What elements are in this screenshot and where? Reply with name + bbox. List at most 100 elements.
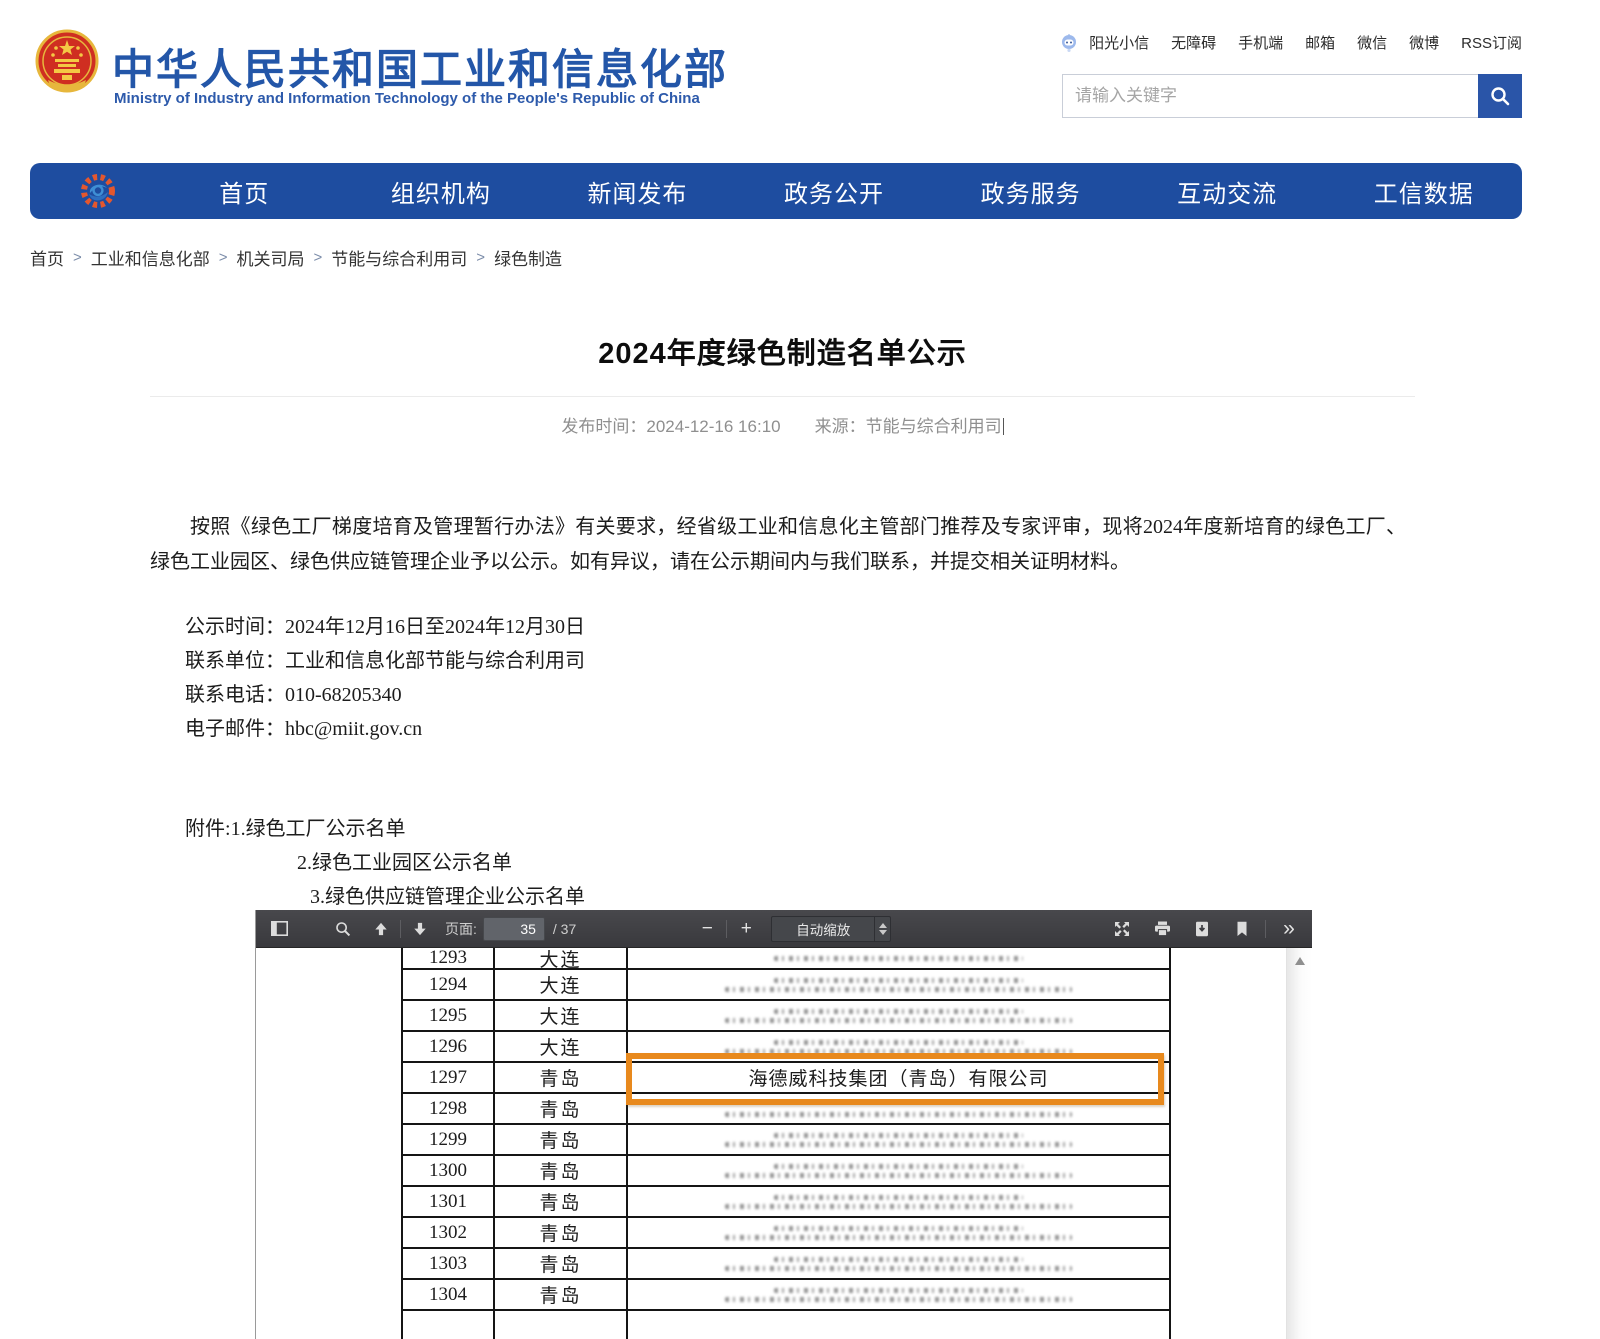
nav-item-gov-open[interactable]: 政务公开 xyxy=(736,174,933,209)
breadcrumb-green-manufacturing[interactable]: 绿色制造 xyxy=(494,245,562,270)
table-row: 1298 青岛 xyxy=(403,1094,1169,1125)
scroll-up-arrow-icon[interactable] xyxy=(1295,957,1305,965)
table-row: 1295 大连 xyxy=(403,1001,1169,1032)
table-row: 1301 青岛 xyxy=(403,1187,1169,1218)
presentation-mode-button[interactable] xyxy=(1107,916,1137,942)
download-icon[interactable] xyxy=(1187,916,1217,942)
find-button[interactable] xyxy=(328,916,358,942)
site-search xyxy=(1062,74,1522,118)
company-table: 1293 大连 1294 大连 1295 大连 1296 大连 1297 xyxy=(401,948,1171,1339)
attachment-green-park[interactable]: 2.绿色工业园区公示名单 xyxy=(297,852,512,874)
zoom-in-button[interactable]: + xyxy=(731,916,761,942)
contact-info: 公示时间：2024年12月16日至2024年12月30日 联系单位：工业和信息化… xyxy=(185,610,585,746)
bookmark-icon[interactable] xyxy=(1227,916,1257,942)
site-title: 中华人民共和国工业和信息化部 xyxy=(112,36,728,97)
pdf-page-area: 1293 大连 1294 大连 1295 大连 1296 大连 1297 xyxy=(256,948,1312,1339)
quick-link-mobile[interactable]: 手机端 xyxy=(1238,32,1283,53)
table-row: 1294 大连 xyxy=(403,970,1169,1001)
attachments-list: 附件:1.绿色工厂公示名单 2.绿色工业园区公示名单 3.绿色供应链管理企业公示… xyxy=(185,812,585,914)
redacted-company xyxy=(628,1218,1169,1247)
breadcrumb-home[interactable]: 首页 xyxy=(30,245,64,270)
main-nav: 首页 组织机构 新闻发布 政务公开 政务服务 互动交流 工信数据 xyxy=(30,163,1522,219)
breadcrumb-departments[interactable]: 机关司局 xyxy=(237,245,305,270)
search-input[interactable] xyxy=(1063,75,1478,117)
pdf-scrollbar[interactable] xyxy=(1286,948,1312,1339)
attachment-green-factory[interactable]: 1.绿色工厂公示名单 xyxy=(231,818,406,840)
info-line-phone: 联系电话：010-68205340 xyxy=(185,678,585,712)
page-up-button[interactable] xyxy=(366,916,396,942)
zoom-mode-select[interactable]: 自动缩放 xyxy=(771,916,891,942)
source-value: 节能与综合利用司 xyxy=(866,417,1002,436)
redacted-company xyxy=(628,1032,1169,1061)
breadcrumb-separator: > xyxy=(219,249,228,266)
pdf-toolbar: 页面: / 37 − + 自动缩放 xyxy=(256,910,1312,948)
print-icon[interactable] xyxy=(1147,916,1177,942)
breadcrumb: 首页 > 工业和信息化部 > 机关司局 > 节能与综合利用司 > 绿色制造 xyxy=(30,245,562,270)
title-divider xyxy=(150,396,1415,397)
nav-item-gov-service[interactable]: 政务服务 xyxy=(932,174,1129,209)
toolbar-more-button[interactable]: » xyxy=(1274,916,1304,942)
zoom-mode-value: 自动缩放 xyxy=(772,919,874,939)
robot-icon xyxy=(1059,33,1079,53)
breadcrumb-miit[interactable]: 工业和信息化部 xyxy=(91,245,210,270)
zoom-out-button[interactable]: − xyxy=(692,916,722,942)
redacted-company xyxy=(628,1094,1169,1123)
info-line-email: 电子邮件：hbc@miit.gov.cn xyxy=(185,712,585,746)
sidebar-toggle-button[interactable] xyxy=(264,916,294,942)
article-paragraph: 按照《绿色工厂梯度培育及管理暂行办法》有关要求，经省级工业和信息化主管部门推荐及… xyxy=(150,510,1406,580)
page-title: 2024年度绿色制造名单公示 xyxy=(150,330,1415,372)
search-button[interactable] xyxy=(1478,74,1522,118)
nav-item-organization[interactable]: 组织机构 xyxy=(343,174,540,209)
redacted-company xyxy=(628,1280,1169,1309)
breadcrumb-energy-dept[interactable]: 节能与综合利用司 xyxy=(331,245,467,270)
publish-time: 2024-12-16 16:10 xyxy=(646,417,780,436)
redacted-company xyxy=(628,948,1169,968)
nav-item-data[interactable]: 工信数据 xyxy=(1325,174,1522,209)
redacted-company xyxy=(628,1249,1169,1278)
nav-item-interaction[interactable]: 互动交流 xyxy=(1129,174,1326,209)
search-icon xyxy=(1489,85,1511,107)
nav-item-home[interactable]: 首页 xyxy=(146,174,343,209)
table-row: 1300 青岛 xyxy=(403,1156,1169,1187)
quick-link-mailbox[interactable]: 邮箱 xyxy=(1305,32,1335,53)
quick-link-rss[interactable]: RSS订阅 xyxy=(1461,32,1522,53)
quick-link-sunshine[interactable]: 阳光小信 xyxy=(1089,32,1149,53)
table-row: 1296 大连 xyxy=(403,1032,1169,1063)
nav-item-news[interactable]: 新闻发布 xyxy=(539,174,736,209)
text-cursor xyxy=(1003,418,1004,435)
article-meta: 发布时间：2024-12-16 16:10 来源：节能与综合利用司 xyxy=(150,412,1415,437)
quick-link-weibo[interactable]: 微博 xyxy=(1409,32,1439,53)
page-number-label: 页面: xyxy=(445,919,477,939)
national-emblem xyxy=(34,28,100,98)
redacted-company xyxy=(628,1187,1169,1216)
breadcrumb-separator: > xyxy=(476,249,485,266)
attachments-label: 附件: xyxy=(185,818,231,840)
highlighted-company-name: 海德威科技集团（青岛）有限公司 xyxy=(748,1064,1048,1091)
quick-link-accessibility[interactable]: 无障碍 xyxy=(1171,32,1216,53)
table-row: 1303 青岛 xyxy=(403,1249,1169,1280)
redacted-company xyxy=(628,1001,1169,1030)
page-total: / 37 xyxy=(553,921,576,937)
redacted-company xyxy=(628,1156,1169,1185)
table-row-highlighted: 1297 青岛 海德威科技集团（青岛）有限公司 xyxy=(403,1063,1169,1094)
redacted-company xyxy=(628,1125,1169,1154)
quick-links: 阳光小信 无障碍 手机端 邮箱 微信 微博 RSS订阅 xyxy=(1059,32,1522,53)
site-subtitle: Ministry of Industry and Information Tec… xyxy=(114,90,700,107)
attachment-green-supply-chain[interactable]: 3.绿色供应链管理企业公示名单 xyxy=(310,886,585,908)
info-line-unit: 联系单位：工业和信息化部节能与综合利用司 xyxy=(185,644,585,678)
table-row xyxy=(403,1311,1169,1339)
table-row: 1299 青岛 xyxy=(403,1125,1169,1156)
publish-time-label: 发布时间： xyxy=(561,417,646,436)
zoom-select-spinner xyxy=(874,917,890,941)
redacted-company xyxy=(628,970,1169,999)
page-down-button[interactable] xyxy=(405,916,435,942)
miit-gear-icon[interactable] xyxy=(78,171,118,211)
table-row: 1304 青岛 xyxy=(403,1280,1169,1311)
page-number-input[interactable] xyxy=(483,917,545,941)
info-line-period: 公示时间：2024年12月16日至2024年12月30日 xyxy=(185,610,585,644)
quick-link-wechat[interactable]: 微信 xyxy=(1357,32,1387,53)
table-row: 1293 大连 xyxy=(403,948,1169,970)
breadcrumb-separator: > xyxy=(73,249,82,266)
source-label: 来源： xyxy=(815,417,866,436)
breadcrumb-separator: > xyxy=(314,249,323,266)
